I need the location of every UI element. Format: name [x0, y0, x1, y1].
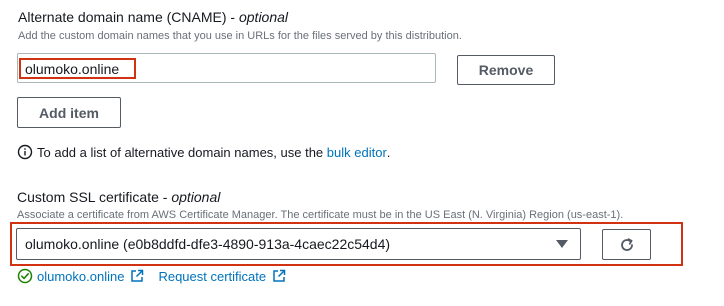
certificate-link[interactable]: olumoko.online	[37, 269, 124, 284]
request-certificate-link[interactable]: Request certificate	[158, 269, 266, 284]
caret-down-icon	[556, 240, 568, 248]
ssl-certificate-selected: olumoko.online (e0b8ddfd-dfe3-4890-913a-…	[25, 236, 391, 252]
ssl-optional-label: optional	[171, 189, 221, 205]
refresh-icon	[619, 237, 635, 253]
ssl-certificate-select[interactable]: olumoko.online (e0b8ddfd-dfe3-4890-913a-…	[16, 228, 581, 260]
cname-optional-label: optional	[238, 9, 289, 25]
bulk-editor-link[interactable]: bulk editor	[327, 145, 387, 160]
bulk-editor-info-suffix: .	[386, 144, 391, 160]
external-link-icon[interactable]	[272, 269, 286, 283]
remove-button[interactable]: Remove	[457, 55, 555, 85]
info-icon	[17, 144, 33, 160]
refresh-certificates-button[interactable]	[602, 229, 651, 260]
bulk-editor-info: To add a list of alternative domain name…	[17, 144, 390, 160]
bulk-editor-info-text: To add a list of alternative domain name…	[37, 144, 324, 160]
cname-title: Alternate domain name (CNAME) - optional	[18, 9, 289, 25]
cname-title-text: Alternate domain name (CNAME)	[18, 9, 227, 25]
ssl-title: Custom SSL certificate - optional	[17, 189, 221, 205]
ssl-description: Associate a certificate from AWS Certifi…	[17, 209, 624, 221]
add-item-button[interactable]: Add item	[17, 97, 121, 128]
certificate-links: olumoko.online Request certificate	[17, 268, 286, 284]
cname-description: Add the custom domain names that you use…	[18, 30, 462, 42]
cname-value: olumoko.online	[25, 61, 120, 77]
success-check-icon	[17, 268, 33, 284]
ssl-title-text: Custom SSL certificate	[17, 189, 159, 205]
external-link-icon[interactable]	[130, 269, 144, 283]
